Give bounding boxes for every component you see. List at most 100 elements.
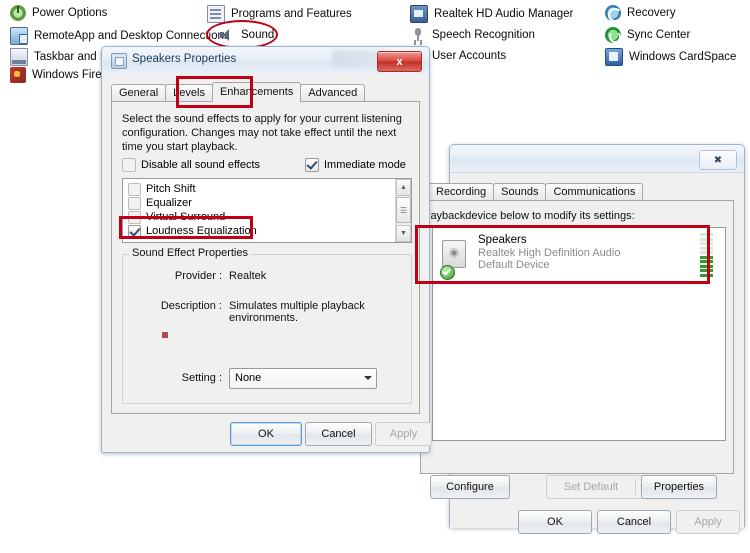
cp-item-label: Sound (241, 29, 275, 41)
cardspace-icon (605, 48, 623, 66)
sound-dialog: ✖ Recording Sounds Communications laybac… (420, 144, 745, 534)
provider-label: Provider : (174, 270, 222, 282)
tab-recording[interactable]: Recording (428, 183, 495, 201)
list-item[interactable]: Virtual Surround (123, 210, 411, 224)
speakers-cancel-button[interactable]: Cancel (305, 422, 372, 446)
checkbox-box (122, 158, 136, 172)
list-item-loudness-equalization[interactable]: Loudness Equalization (123, 224, 411, 238)
tab-levels[interactable]: Levels (165, 84, 213, 102)
cp-item-recovery[interactable]: Recovery (605, 5, 676, 22)
speakers-dialog-close-button[interactable]: x (377, 51, 422, 72)
speakers-apply-button[interactable]: Apply (375, 422, 432, 446)
setting-value: None (235, 372, 262, 384)
sound-apply-button[interactable]: Apply (676, 510, 740, 534)
checkbox-label: Disable all sound effects (141, 159, 261, 171)
checkbox-box (128, 182, 141, 196)
close-icon: x (396, 55, 403, 68)
checkbox-box (128, 196, 141, 210)
recovery-icon (605, 5, 622, 22)
cp-item-programs-features[interactable]: Programs and Features (207, 5, 352, 23)
power-options-icon (10, 5, 26, 21)
sound-ok-button[interactable]: OK (518, 510, 592, 534)
sync-center-icon (605, 27, 621, 43)
list-item[interactable]: Equalizer (123, 196, 411, 210)
remoteapp-icon (10, 27, 28, 45)
close-icon: ✖ (713, 154, 723, 166)
taskbar-icon (10, 48, 28, 66)
cp-item-sync-center[interactable]: Sync Center (605, 27, 690, 43)
page-title: Speakers Properties (132, 53, 237, 65)
speakers-dialog-tabs: General Levels Enhancements Advanced (111, 82, 366, 102)
speakers-properties-dialog: Speakers Properties x General Levels Enh… (101, 46, 432, 453)
tab-sounds[interactable]: Sounds (493, 183, 547, 201)
tab-enhancements[interactable]: Enhancements (211, 82, 302, 102)
speaker-device-icon (440, 238, 468, 280)
speaker-icon (219, 27, 235, 43)
list-item-label: Virtual Surround (146, 211, 226, 223)
cp-item-power-options[interactable]: Power Options (10, 5, 107, 21)
listbox-scrollbar[interactable]: ▲ ☰ ▼ (395, 179, 411, 242)
immediate-mode-checkbox[interactable]: Immediate mode (305, 158, 406, 172)
speech-icon (410, 27, 426, 43)
setting-combobox[interactable]: None (229, 368, 377, 389)
speakers-ok-button[interactable]: OK (230, 422, 302, 446)
cp-item-windows-cardspace[interactable]: Windows CardSpace (605, 48, 736, 66)
provider-value: Realtek (229, 270, 267, 282)
device-name: Speakers (478, 234, 527, 246)
cp-item-label: Windows CardSpace (629, 51, 737, 63)
sound-dialog-body: Recording Sounds Communications laybackd… (420, 172, 744, 534)
programs-icon (207, 5, 225, 23)
disable-all-sound-effects-checkbox[interactable]: Disable all sound effects (122, 158, 260, 172)
list-item-label: Loudness Equalization (146, 225, 257, 237)
sound-cancel-button[interactable]: Cancel (597, 510, 671, 534)
list-item-label: Equalizer (146, 197, 192, 209)
device-row-speakers[interactable]: Speakers Realtek High Definition Audio D… (433, 230, 725, 280)
set-default-button[interactable]: Set Default (546, 475, 652, 499)
checkbox-box (305, 158, 319, 172)
sound-effects-listbox[interactable]: Pitch Shift Equalizer Virtual Surround L… (122, 178, 412, 243)
cp-item-label: RemoteApp and Desktop Connections (34, 30, 230, 42)
checkbox-box (128, 210, 141, 224)
enhancements-description: Select the sound effects to apply for yo… (122, 113, 402, 153)
cp-item-realtek-hd-audio-manager[interactable]: Realtek HD Audio Manager (410, 5, 573, 23)
list-item[interactable]: Pitch Shift (123, 182, 411, 196)
group-title: Sound Effect Properties (129, 247, 251, 259)
preview-marker-icon (162, 332, 168, 338)
sound-dialog-close-button[interactable]: ✖ (699, 150, 737, 170)
device-volume-meter (700, 233, 713, 278)
cp-item-label: Realtek HD Audio Manager (434, 8, 574, 20)
cp-item-label: Sync Center (627, 29, 691, 41)
list-item-label: Pitch Shift (146, 183, 196, 195)
speakers-dialog-icon (111, 53, 127, 69)
chevron-down-icon (364, 376, 372, 380)
device-driver: Realtek High Definition Audio (478, 247, 621, 259)
cp-item-sound[interactable]: Sound (219, 27, 274, 43)
tab-general[interactable]: General (111, 84, 167, 102)
device-status: Default Device (478, 259, 550, 271)
tab-advanced[interactable]: Advanced (300, 84, 366, 102)
tab-communications[interactable]: Communications (545, 183, 644, 201)
cp-item-label: Programs and Features (231, 8, 352, 20)
checkbox-label: Immediate mode (324, 159, 406, 171)
description-value: Simulates multiple playback environments… (229, 300, 365, 324)
scroll-down-icon[interactable]: ▼ (396, 225, 411, 242)
properties-button[interactable]: Properties (641, 475, 717, 499)
cp-item-remoteapp[interactable]: RemoteApp and Desktop Connections (10, 27, 230, 45)
scrollbar-thumb[interactable]: ☰ (396, 197, 411, 223)
setting-label: Setting : (181, 372, 222, 384)
cp-item-label: Speech Recognition (432, 29, 535, 41)
speakers-dialog-body: General Levels Enhancements Advanced Sel… (102, 74, 432, 452)
playback-instruction-text: laybackdevice below to modify its settin… (428, 210, 635, 222)
cp-item-label: Recovery (627, 7, 676, 19)
cp-item-label: Power Options (32, 7, 108, 19)
sound-dialog-tabs: Recording Sounds Communications (428, 182, 644, 201)
scroll-up-icon[interactable]: ▲ (396, 179, 411, 196)
realtek-icon (410, 5, 428, 23)
configure-button[interactable]: Configure (430, 475, 510, 499)
checkbox-box (128, 224, 141, 238)
cp-item-speech-recognition[interactable]: Speech Recognition (410, 27, 535, 43)
cp-item-label: User Accounts (432, 50, 507, 62)
default-device-check-icon (440, 265, 455, 280)
playback-device-list: Speakers Realtek High Definition Audio D… (432, 227, 726, 441)
description-label: Description : (160, 300, 222, 312)
